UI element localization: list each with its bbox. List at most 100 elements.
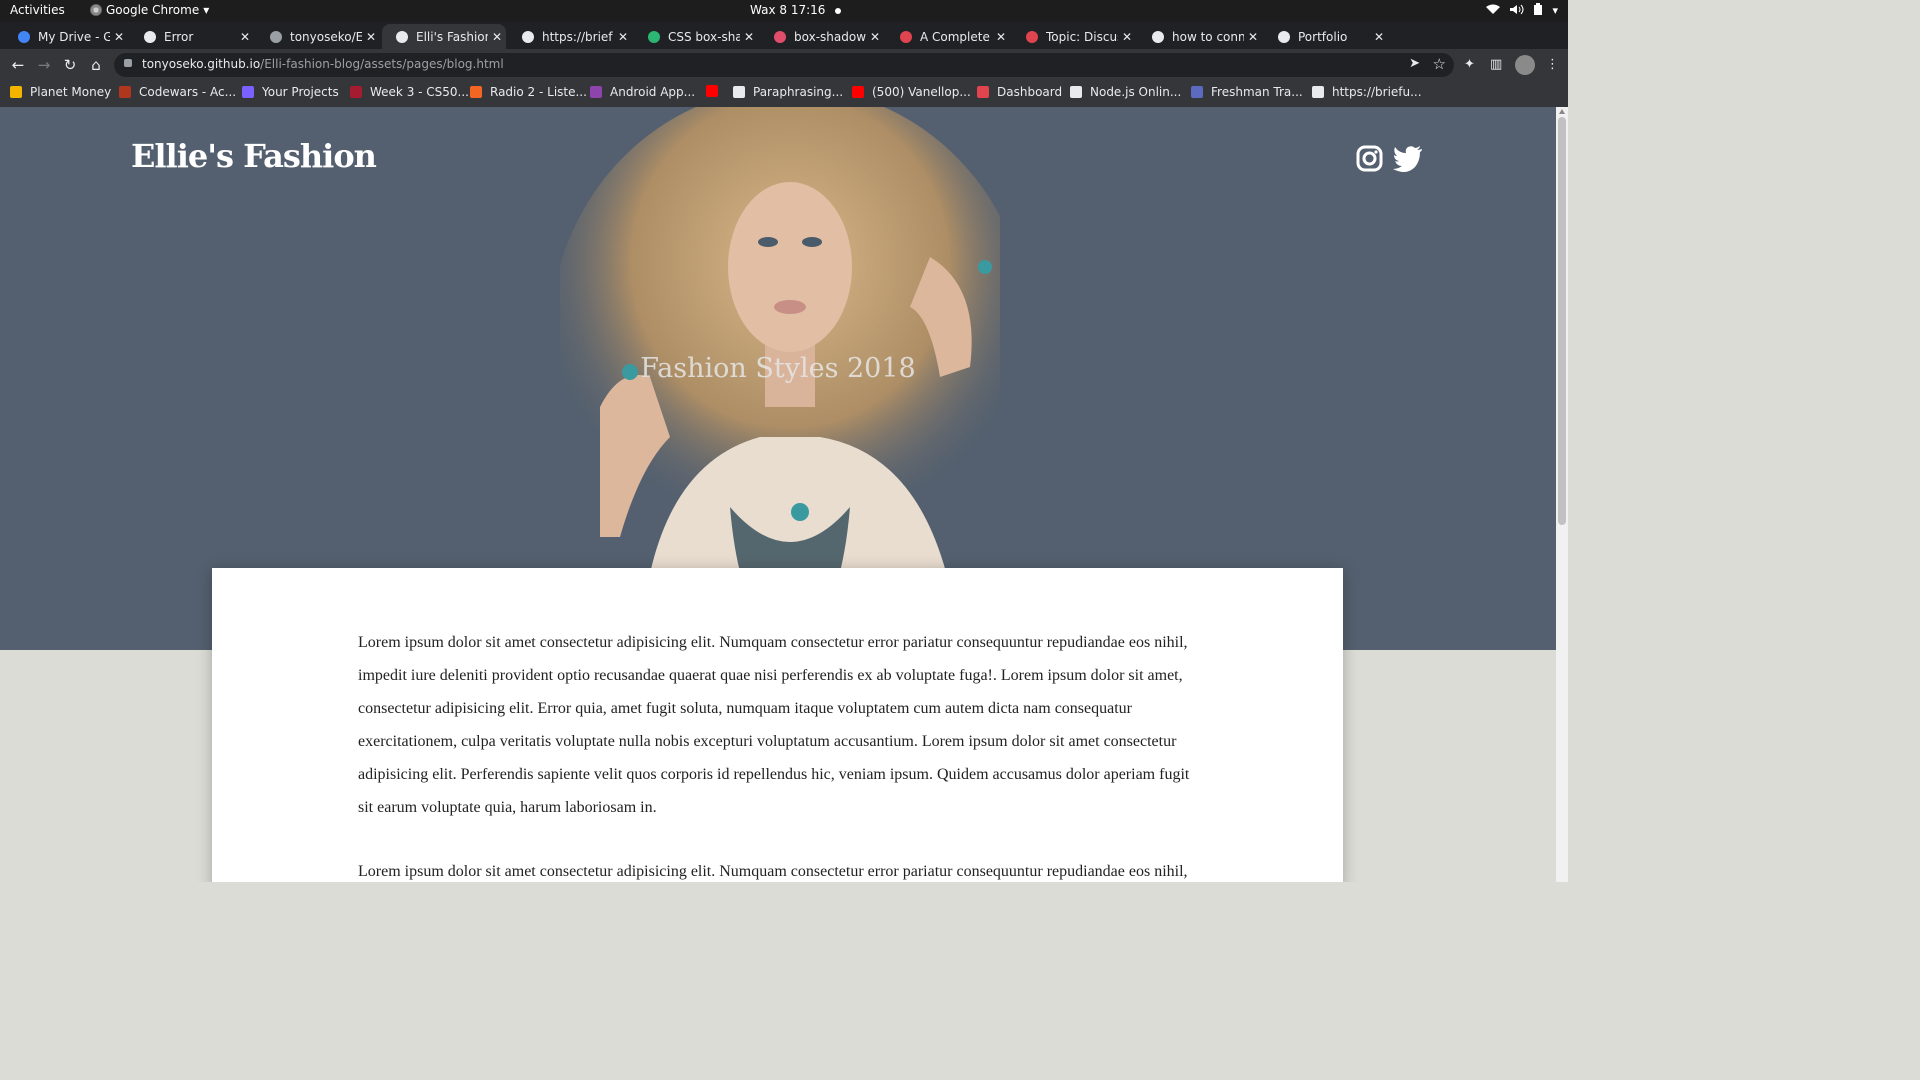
tab-close-icon[interactable]: ✕ [1244, 30, 1262, 44]
bookmark-label: (500) Vanellop... [872, 85, 971, 99]
tab-close-icon[interactable]: ✕ [236, 30, 254, 44]
tab-close-icon[interactable]: ✕ [740, 30, 758, 44]
back-arrow-icon[interactable]: ← [8, 55, 28, 75]
browser-toolbar: ← → ↻ ⌂ tonyoseko.github.io/Elli-fashion… [0, 49, 1568, 81]
bookmark-label: Dashboard [997, 85, 1063, 99]
bookmark-star-icon[interactable]: ☆ [1433, 55, 1446, 73]
asterisk-icon [900, 30, 912, 43]
home-icon[interactable]: ⌂ [86, 55, 106, 75]
ring-icon [977, 86, 989, 98]
side-panel-icon[interactable]: ▥ [1490, 57, 1502, 72]
tab-label: Topic: Discus [1046, 29, 1118, 44]
tab-close-icon[interactable]: ✕ [1118, 30, 1136, 44]
url-host: tonyoseko.github.io [142, 57, 261, 71]
bookmark-item[interactable]: Dashboard [977, 85, 1062, 99]
bookmark-item[interactable]: https://briefu... [1312, 85, 1422, 99]
tab-close-icon[interactable]: ✕ [866, 30, 884, 44]
blog-paragraph: Lorem ipsum dolor sit amet consectetur a… [358, 634, 1190, 816]
tab[interactable]: My Drive - Go✕ [4, 24, 128, 49]
bookmark-item[interactable] [706, 85, 726, 97]
google-icon [1152, 30, 1164, 43]
bookmark-item[interactable]: Codewars - Ac... [119, 85, 236, 99]
bookmark-item[interactable]: Android App... [590, 85, 695, 99]
tab[interactable]: Portfolio ✕ [1264, 24, 1388, 49]
profile-avatar[interactable] [1515, 55, 1535, 75]
bookmark-item[interactable]: Paraphrasing... [733, 85, 843, 99]
bookmark-item[interactable]: Node.js Onlin... [1070, 85, 1181, 99]
tab-close-icon[interactable]: ✕ [1370, 30, 1388, 44]
radio-icon [470, 86, 482, 98]
bookmark-item[interactable]: Planet Money [10, 85, 111, 99]
google-drive-icon [18, 30, 30, 43]
ring-icon [1026, 30, 1038, 43]
extensions-puzzle-icon[interactable]: ✦ [1464, 57, 1475, 72]
tab[interactable]: Topic: Discus ✕ [1012, 24, 1136, 49]
hero-heading: Fashion Styles 2018 [640, 353, 916, 384]
bookmark-label: Paraphrasing... [753, 85, 844, 99]
bookmark-label: Codewars - Ac... [139, 85, 237, 99]
address-bar[interactable]: tonyoseko.github.io/Elli-fashion-blog/as… [114, 53, 1454, 77]
page-scrollbar[interactable] [1556, 107, 1568, 882]
tab-close-icon[interactable]: ✕ [488, 30, 506, 44]
chrome-menu-icon[interactable]: ⋮ [1546, 57, 1559, 72]
node-icon [1070, 86, 1082, 98]
tab-close-icon[interactable]: ✕ [362, 30, 380, 44]
tab[interactable]: Error ✕ [130, 24, 254, 49]
forward-arrow-icon[interactable]: → [34, 55, 54, 75]
tab-close-icon[interactable]: ✕ [614, 30, 632, 44]
globe-icon [1278, 30, 1290, 43]
clock[interactable]: Wax 8 17:16 [750, 3, 842, 17]
tab-close-icon[interactable]: ✕ [110, 30, 128, 44]
bookmark-item[interactable]: Week 3 - CS50... [350, 85, 469, 99]
bookmark-item[interactable]: Radio 2 - Liste... [470, 85, 587, 99]
tab[interactable]: CSS box-shac✕ [634, 24, 758, 49]
github-icon [270, 30, 282, 43]
tab[interactable]: A Complete G✕ [886, 24, 1010, 49]
notification-dot-icon [835, 7, 842, 14]
twitter-icon[interactable] [1393, 145, 1423, 176]
globe-icon [522, 30, 534, 43]
battery-icon [1534, 3, 1543, 18]
app-menu-label: Google Chrome [106, 3, 200, 17]
url-text[interactable]: tonyoseko.github.io/Elli-fashion-blog/as… [142, 57, 504, 71]
quill-icon [733, 86, 745, 98]
projects-icon [242, 86, 254, 98]
instagram-icon[interactable] [1356, 145, 1383, 176]
codewars-icon [119, 86, 131, 98]
os-top-bar: Activities Google Chrome ▾ Wax 8 17:16 ▾ [0, 0, 1568, 22]
bookmark-label: Planet Money [30, 85, 112, 99]
tab-label: https://brief [542, 29, 613, 44]
tab[interactable]: box-shadow ✕ [760, 24, 884, 49]
send-tab-icon[interactable]: ➤ [1409, 56, 1420, 71]
bookmark-item[interactable]: Your Projects [242, 85, 339, 99]
cs50-icon [350, 86, 362, 98]
podcast-icon [10, 86, 22, 98]
system-tray[interactable]: ▾ [1486, 3, 1558, 18]
diamond-icon [1191, 86, 1203, 98]
scrollbar-thumb[interactable] [1558, 117, 1566, 525]
social-links [1356, 145, 1423, 176]
app-menu[interactable]: Google Chrome ▾ [90, 3, 209, 17]
site-title[interactable]: Ellie's Fashion [131, 137, 377, 175]
reload-icon[interactable]: ↻ [60, 55, 80, 75]
tab-close-icon[interactable]: ✕ [992, 30, 1010, 44]
tab-label: box-shadow [794, 29, 866, 44]
scroll-up-arrow-icon[interactable] [1559, 109, 1565, 114]
tab[interactable]: tonyoseko/El ✕ [256, 24, 380, 49]
tab-label: A Complete G [920, 29, 992, 44]
chrome-icon [90, 4, 102, 16]
bookmark-label: https://briefu... [1332, 85, 1422, 99]
volume-icon [1510, 4, 1524, 18]
globe-icon [1312, 86, 1324, 98]
tab-label: My Drive - Go [38, 29, 110, 44]
tab[interactable]: Elli's Fashion ✕ [382, 24, 506, 49]
activities-button[interactable]: Activities [10, 3, 65, 17]
bookmark-item[interactable]: (500) Vanellop... [852, 85, 971, 99]
power-menu-caret-icon: ▾ [1552, 4, 1558, 17]
tab[interactable]: https://brief ✕ [508, 24, 632, 49]
bookmark-label: Node.js Onlin... [1090, 85, 1182, 99]
bookmark-label: Your Projects [262, 85, 339, 99]
tab[interactable]: how to conne✕ [1138, 24, 1262, 49]
youtube-icon [706, 85, 718, 97]
bookmark-item[interactable]: Freshman Tra... [1191, 85, 1303, 99]
